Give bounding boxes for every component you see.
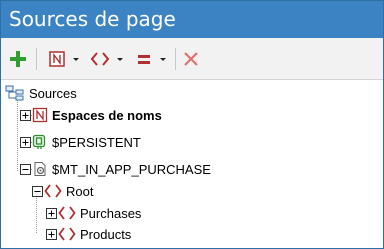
toolbar-separator [36, 48, 37, 70]
collapse-icon[interactable] [32, 185, 43, 197]
delete-icon [184, 52, 198, 66]
tree-item-persistent[interactable]: $PERSISTENT [20, 133, 141, 151]
tree-item-mt-in-app-purchase[interactable]: $MT_IN_APP_PURCHASE [20, 160, 211, 178]
collapse-icon[interactable] [20, 163, 31, 175]
add-button[interactable] [9, 48, 27, 70]
add-namespace-button[interactable] [48, 48, 66, 70]
tree-item-purchases[interactable]: Purchases [46, 204, 141, 222]
page-sources-panel: Sources de page Sources Espaces de noms … [0, 0, 384, 249]
equals-icon [138, 55, 150, 64]
add-attribute-button[interactable] [135, 48, 153, 70]
element-tag-icon [58, 227, 76, 241]
tree-item-label: Espaces de noms [52, 107, 162, 123]
add-element-button[interactable] [90, 48, 110, 70]
tree-item-namespaces[interactable]: Espaces de noms [20, 106, 162, 124]
chevron-down-icon [73, 58, 79, 61]
sources-tree-icon [5, 85, 24, 101]
tag-icon [90, 52, 110, 66]
namespace-dropdown[interactable] [69, 51, 83, 67]
tree-connector [36, 195, 37, 233]
tree-item-label: Products [80, 226, 132, 242]
chevron-down-icon [117, 58, 123, 61]
tree-item-sources[interactable]: Sources [5, 84, 77, 102]
toolbar-separator [175, 48, 176, 70]
tree-item-label: $PERSISTENT [52, 134, 141, 150]
expand-icon[interactable] [20, 136, 31, 148]
tree-connector [17, 92, 18, 171]
sources-tree: Sources Espaces de noms $PERSISTENT $MT_… [1, 81, 383, 248]
tree-item-label: $MT_IN_APP_PURCHASE [52, 161, 211, 177]
element-tag-icon [44, 184, 62, 198]
tree-item-label: Purchases [80, 205, 142, 221]
namespace-icon [49, 51, 65, 67]
toolbar [1, 38, 383, 80]
persistent-data-icon [32, 134, 46, 149]
add-icon [10, 51, 26, 67]
tree-item-label: Sources [29, 85, 77, 101]
tree-item-products[interactable]: Products [46, 225, 131, 243]
expand-icon[interactable] [20, 109, 31, 121]
attribute-dropdown[interactable] [156, 51, 170, 67]
expand-icon[interactable] [46, 207, 57, 219]
tree-item-label: Root [66, 183, 94, 199]
chevron-down-icon [160, 58, 166, 61]
panel-title: Sources de page [1, 1, 383, 38]
tree-item-root[interactable]: Root [32, 182, 93, 200]
element-dropdown[interactable] [113, 51, 127, 67]
delete-button[interactable] [182, 48, 200, 70]
namespace-icon [32, 107, 48, 123]
element-tag-icon [58, 206, 76, 220]
settings-document-icon [34, 162, 46, 176]
expand-icon[interactable] [46, 228, 57, 240]
